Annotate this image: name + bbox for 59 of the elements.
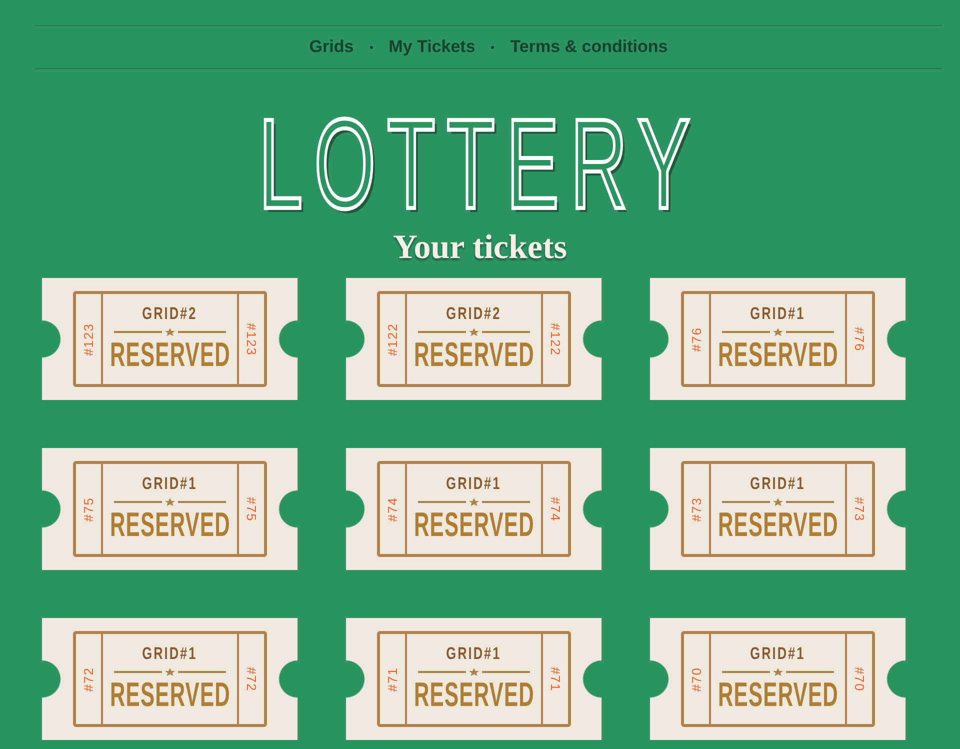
star-rule-icon: [418, 328, 530, 336]
ticket-number: #74: [385, 496, 400, 522]
ticket-number: #72: [244, 666, 259, 692]
reserved-label: RESERVED: [718, 507, 838, 543]
ticket-number: #75: [244, 496, 259, 522]
grid-label: GRID#1: [750, 304, 806, 324]
lottery-title: LOTTERY: [258, 105, 702, 225]
section-heading: Your tickets: [392, 229, 568, 267]
ticket-number: #71: [548, 666, 563, 692]
grid-label: GRID#1: [750, 474, 806, 494]
grid-label: GRID#1: [446, 474, 502, 494]
grid-label: GRID#1: [142, 474, 198, 494]
ticket-number: #73: [852, 496, 867, 522]
ticket-number: #74: [548, 496, 563, 522]
ticket-number: #123: [81, 322, 96, 356]
grid-label: GRID#2: [142, 304, 198, 324]
ticket[interactable]: #72 GRID#1 RESERVED #72: [42, 618, 298, 740]
reserved-label: RESERVED: [718, 677, 838, 713]
ticket[interactable]: #74 GRID#1 RESERVED #74: [346, 448, 602, 570]
ticket-number: #72: [81, 666, 96, 692]
ticket-number: #122: [385, 322, 400, 356]
grid-label: GRID#1: [446, 644, 502, 664]
star-rule-icon: [114, 498, 226, 506]
grid-label: GRID#1: [750, 644, 806, 664]
reserved-label: RESERVED: [718, 337, 838, 373]
reserved-label: RESERVED: [110, 337, 230, 373]
reserved-label: RESERVED: [110, 507, 230, 543]
ticket-number: #76: [852, 326, 867, 352]
ticket[interactable]: #71 GRID#1 RESERVED #71: [346, 618, 602, 740]
ticket-number: #70: [852, 666, 867, 692]
nav-link[interactable]: Grids: [309, 37, 354, 57]
star-rule-icon: [114, 328, 226, 336]
ticket[interactable]: #70 GRID#1 RESERVED #70: [650, 618, 906, 740]
nav-link[interactable]: Terms & conditions: [510, 37, 668, 57]
ticket-number: #122: [548, 322, 563, 356]
reserved-label: RESERVED: [414, 677, 534, 713]
reserved-label: RESERVED: [414, 337, 534, 373]
star-rule-icon: [114, 668, 226, 676]
ticket[interactable]: #76 GRID#1 RESERVED #76: [650, 278, 906, 400]
star-rule-icon: [722, 668, 834, 676]
ticket-number: #75: [81, 496, 96, 522]
ticket[interactable]: #75 GRID#1 RESERVED #75: [42, 448, 298, 570]
ticket-number: #73: [689, 496, 704, 522]
star-rule-icon: [418, 668, 530, 676]
reserved-label: RESERVED: [110, 677, 230, 713]
ticket[interactable]: #73 GRID#1 RESERVED #73: [650, 448, 906, 570]
ticket[interactable]: #123 GRID#2 RESERVED #123: [42, 278, 298, 400]
star-rule-icon: [418, 498, 530, 506]
ticket-number: #70: [689, 666, 704, 692]
reserved-label: RESERVED: [414, 507, 534, 543]
star-rule-icon: [722, 328, 834, 336]
grid-label: GRID#2: [446, 304, 502, 324]
ticket-number: #76: [689, 326, 704, 352]
ticket-number: #123: [244, 322, 259, 356]
grid-label: GRID#1: [142, 644, 198, 664]
nav-link[interactable]: My Tickets: [388, 37, 476, 57]
ticket[interactable]: #122 GRID#2 RESERVED #122: [346, 278, 602, 400]
star-rule-icon: [722, 498, 834, 506]
ticket-number: #71: [385, 666, 400, 692]
